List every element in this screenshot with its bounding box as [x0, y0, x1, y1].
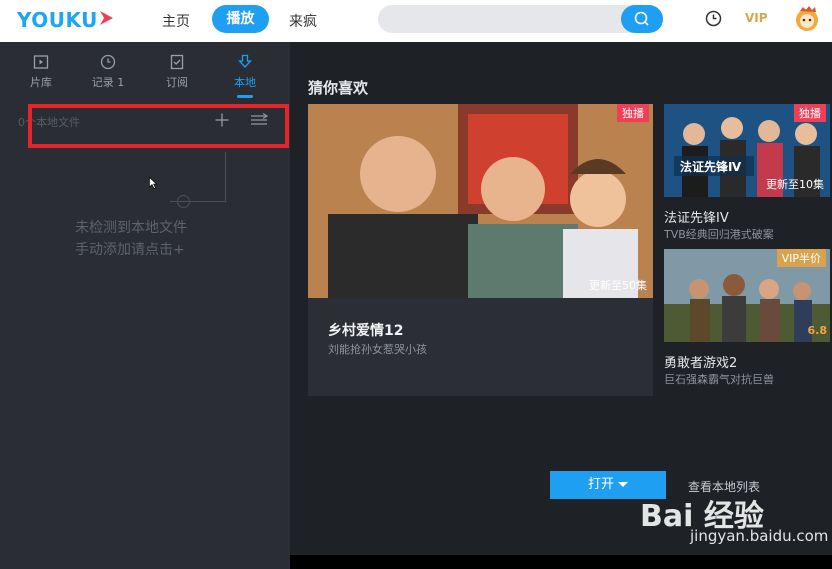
video-title[interactable]: 法证先锋IV: [664, 207, 729, 226]
tab-library[interactable]: 片库: [16, 54, 66, 90]
empty-state-line-1: 未检测到本地文件: [75, 220, 187, 236]
play-arrow-icon: [100, 11, 113, 25]
active-tab-indicator: [237, 95, 253, 98]
featured-thumbnail[interactable]: 独播 更新至50集: [308, 104, 653, 298]
featured-thumbnail-art: [308, 104, 653, 298]
exclusive-badge: 独播: [617, 104, 649, 122]
featured-video-card[interactable]: 独播 更新至50集 乡村爱情12 刘能抢孙女惹哭小孩: [308, 104, 653, 396]
subscribe-icon: [170, 54, 184, 70]
tab-history-label: 记录 1: [91, 76, 125, 89]
youku-logo[interactable]: YOUKU: [17, 8, 98, 32]
tab-local[interactable]: 本地: [220, 54, 270, 90]
avatar[interactable]: [794, 5, 820, 33]
search-button[interactable]: [621, 5, 663, 33]
mouse-cursor-icon: [149, 177, 157, 189]
video-card[interactable]: VIP半价 6.8 勇敢者游戏2 巨石强森霸气对抗巨兽: [664, 249, 830, 389]
nav-home[interactable]: 主页: [162, 11, 190, 31]
tab-subscribe-label: 订阅: [166, 76, 188, 89]
open-button-label: 打开: [587, 477, 614, 492]
vip-half-price-badge: VIP半价: [776, 249, 826, 267]
video-subtitle: 巨石强森霸气对抗巨兽: [664, 373, 774, 386]
svg-text:法证先锋Ⅳ: 法证先锋Ⅳ: [680, 159, 742, 174]
section-title: 猜你喜欢: [308, 79, 369, 97]
video-thumbnail[interactable]: VIP半价 6.8: [664, 249, 830, 342]
episode-update-label: 更新至10集: [766, 178, 824, 191]
nav-play[interactable]: 播放: [212, 5, 269, 33]
top-bar: YOUKU 主页 播放 来疯 VIP: [0, 0, 832, 42]
video-card[interactable]: 法证先锋Ⅳ 独播 更新至10集 法证先锋IV TVB经典回归港式破案: [664, 104, 830, 244]
library-icon: [33, 55, 49, 69]
tab-local-label: 本地: [234, 76, 256, 89]
sidebar: 片库 记录 1 订阅 本地 0个本地文件 未检测到本地文件 手动添加请点击+: [0, 42, 290, 569]
tab-subscribe[interactable]: 订阅: [152, 54, 202, 90]
history-icon[interactable]: [705, 10, 722, 27]
highlight-box: [28, 104, 289, 148]
watermark-url: jingyan.baidu.com: [690, 527, 829, 545]
vip-link[interactable]: VIP: [745, 11, 768, 25]
search-icon: [634, 11, 649, 26]
main-content: 猜你喜欢 独播 更新至50集 乡村爱情12 刘能抢孙女惹哭小孩 法证先锋Ⅳ 独播…: [290, 42, 832, 569]
episode-update-label: 更新至50集: [589, 279, 647, 292]
download-icon: [238, 54, 252, 68]
featured-subtitle: 刘能抢孙女惹哭小孩: [328, 343, 427, 356]
tab-library-label: 片库: [30, 76, 52, 89]
hint-connector-dot: [177, 195, 190, 208]
featured-title[interactable]: 乡村爱情12: [328, 320, 403, 340]
video-subtitle: TVB经典回归港式破案: [664, 228, 774, 241]
clock-icon: [100, 54, 116, 70]
dropdown-caret-icon: [618, 482, 628, 487]
hint-connector-line: [170, 152, 226, 202]
rating-score: 6.8: [807, 324, 828, 337]
tab-history[interactable]: 记录 1: [83, 54, 133, 90]
exclusive-badge: 独播: [794, 104, 826, 122]
video-thumbnail[interactable]: 法证先锋Ⅳ 独播 更新至10集: [664, 104, 830, 197]
video-title[interactable]: 勇敢者游戏2: [664, 352, 737, 371]
nav-laifeng[interactable]: 来疯: [289, 11, 317, 31]
empty-state-line-2: 手动添加请点击+: [75, 242, 185, 258]
subtitle-strip: [290, 555, 832, 569]
